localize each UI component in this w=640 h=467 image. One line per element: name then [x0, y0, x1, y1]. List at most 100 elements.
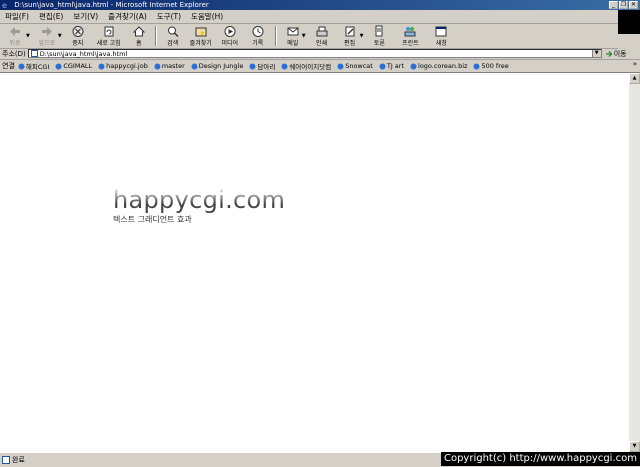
mail-label: 메일 — [287, 40, 299, 47]
related-label: 새창 — [435, 40, 447, 47]
edit-icon — [345, 26, 355, 37]
ie-icon: e — [2, 1, 7, 9]
page-subtitle: 텍스트 그래디언트 효과 — [113, 215, 192, 224]
forward-dropdown-icon[interactable]: ▼ — [58, 33, 62, 39]
go-button[interactable]: 이동 — [605, 49, 627, 59]
discuss-label: 토론 — [373, 40, 385, 47]
go-label: 이동 — [613, 49, 627, 58]
menu-bar: 파일(F) 편집(E) 보기(V) 즐겨찾기(A) 도구(T) 도움말(H) — [0, 10, 640, 24]
refresh-icon — [104, 26, 114, 37]
home-icon — [132, 26, 145, 37]
history-button[interactable]: 기록 — [244, 24, 272, 48]
ie-link-icon — [191, 63, 198, 69]
print-icon — [316, 26, 328, 37]
ie-link-icon — [410, 63, 417, 69]
link-item[interactable]: CGIMALL — [55, 62, 92, 70]
menu-favorites[interactable]: 즐겨찾기(A) — [103, 11, 152, 22]
discuss-icon — [375, 25, 383, 37]
ie-link-icon — [18, 63, 25, 69]
search-label: 검색 — [167, 40, 179, 47]
ie-link-icon — [55, 63, 62, 69]
new-window-icon — [435, 26, 447, 37]
messenger-label: 프린트 — [402, 40, 419, 47]
link-label: Design Jungle — [198, 62, 244, 70]
ie-link-icon — [281, 63, 288, 69]
copyright-banner: Copyright(c) http://www.happycgi.com — [440, 452, 640, 466]
vertical-scrollbar[interactable]: ▲ ▼ — [629, 73, 640, 452]
restore-button[interactable]: ❐ — [619, 1, 628, 9]
print-button[interactable]: 인쇄 — [308, 24, 336, 48]
link-item[interactable]: Design Jungle — [191, 62, 244, 70]
history-icon — [252, 26, 264, 37]
links-bar: 연결 해피CGI CGIMALL happycgi.job master Des… — [0, 60, 640, 73]
ie-link-icon — [379, 63, 386, 69]
menu-edit[interactable]: 편집(E) — [34, 11, 68, 22]
media-button[interactable]: 미디어 — [216, 24, 244, 48]
go-arrow-icon — [605, 50, 613, 57]
menu-file[interactable]: 파일(F) — [0, 11, 34, 22]
ie-link-icon — [337, 63, 344, 69]
link-item[interactable]: 담아리 — [249, 61, 275, 71]
link-label: TJ art — [386, 62, 405, 70]
favorites-label: 즐겨찾기 — [189, 40, 212, 47]
link-item[interactable]: 해피CGI — [18, 61, 49, 71]
svg-text:e: e — [2, 1, 7, 9]
scroll-down-icon[interactable]: ▼ — [629, 441, 640, 452]
close-button[interactable]: ✕ — [629, 1, 638, 9]
home-label: 홈 — [135, 40, 142, 47]
links-label: 연결 — [2, 62, 15, 70]
minimize-button[interactable]: _ — [609, 1, 618, 9]
menu-view[interactable]: 보기(V) — [68, 11, 103, 22]
search-button[interactable]: 검색 — [160, 24, 186, 48]
refresh-button[interactable]: 새로 고침 — [92, 24, 126, 48]
scroll-up-icon[interactable]: ▲ — [629, 73, 640, 84]
home-button[interactable]: 홈 — [126, 24, 152, 48]
media-icon — [224, 26, 236, 37]
stop-button[interactable]: 중지 — [64, 24, 92, 48]
messenger-button[interactable]: 프린트 — [393, 24, 427, 48]
edit-dropdown-icon[interactable]: ▼ — [360, 33, 364, 39]
print-label: 인쇄 — [316, 40, 328, 47]
ie-link-icon — [154, 63, 161, 69]
ie-link-icon — [249, 63, 256, 69]
related-button[interactable]: 새창 — [427, 24, 455, 48]
link-item[interactable]: Snowcat — [337, 62, 373, 70]
address-bar: 주소(D) D:\sun\java_html\java.html ▼ 이동 — [0, 48, 640, 60]
link-item[interactable]: 500 free — [473, 62, 509, 70]
back-dropdown-icon[interactable]: ▼ — [26, 33, 30, 39]
address-dropdown-icon[interactable]: ▼ — [591, 50, 601, 57]
discuss-button[interactable]: 토론 — [365, 24, 393, 48]
mail-dropdown-icon[interactable]: ▼ — [302, 33, 306, 39]
page-content: happycgi.com 텍스트 그래디언트 효과 — [0, 73, 629, 452]
link-label: happycgi.job — [106, 62, 148, 70]
address-input[interactable]: D:\sun\java_html\java.html ▼ — [27, 49, 602, 58]
chevron-right-icon[interactable]: » — [633, 60, 637, 68]
link-item[interactable]: master — [154, 62, 185, 70]
forward-arrow-icon — [41, 27, 52, 36]
page-title: happycgi.com — [113, 186, 286, 214]
history-label: 기록 — [252, 40, 264, 47]
link-item[interactable]: TJ art — [379, 62, 404, 70]
link-label: 500 free — [481, 62, 509, 70]
address-label: 주소(D) — [2, 49, 26, 58]
link-item[interactable]: happycgi.job — [98, 62, 148, 70]
link-label: CGIMALL — [63, 62, 93, 70]
favorites-icon — [195, 27, 207, 37]
menu-help[interactable]: 도움말(H) — [186, 11, 228, 22]
toolbar-divider — [154, 26, 157, 46]
menu-tools[interactable]: 도구(T) — [152, 11, 186, 22]
stop-label: 중지 — [72, 40, 84, 47]
refresh-label: 새로 고침 — [96, 40, 121, 47]
link-label: Snowcat — [345, 62, 373, 70]
link-label: 쉐어어이지닷컴 — [289, 63, 332, 71]
mail-icon — [287, 27, 299, 36]
favorites-button[interactable]: 즐겨찾기 — [186, 24, 216, 48]
link-label: 해피CGI — [25, 63, 50, 71]
link-item[interactable]: 쉐어어이지닷컴 — [281, 61, 331, 71]
forward-label: 앞으로 — [38, 40, 56, 47]
link-item[interactable]: logo.corean.biz — [410, 62, 467, 70]
search-icon — [167, 26, 179, 38]
window-title: D:\sun\java_html\java.html - Microsoft I… — [14, 1, 209, 9]
back-label: 뒤로 — [9, 40, 21, 47]
window-controls: _ ❐ ✕ — [609, 1, 638, 9]
